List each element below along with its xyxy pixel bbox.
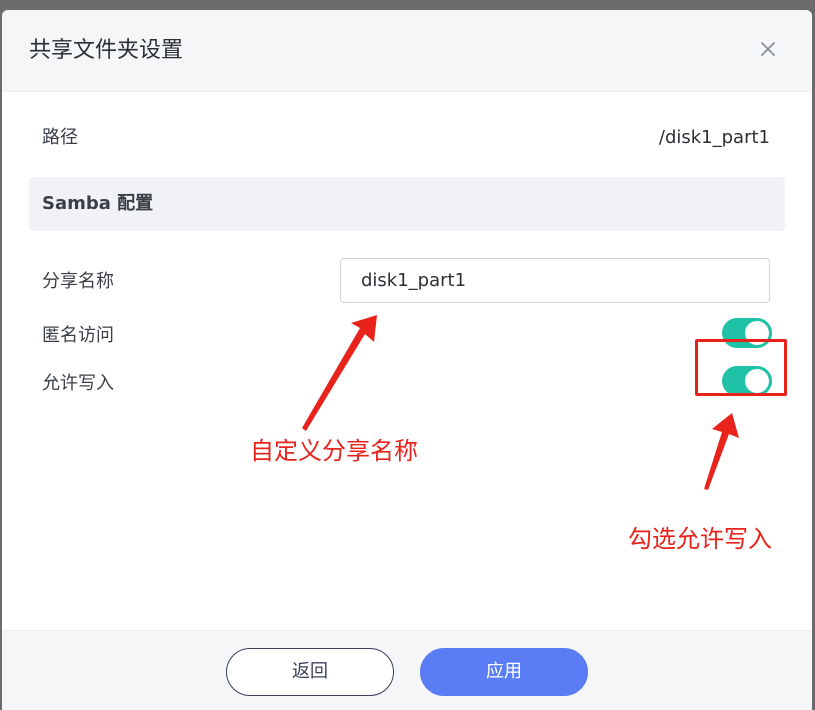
shared-folder-settings-dialog: 共享文件夹设置 路径 /disk1_part1 Samba 配置 分享名称 匿名… <box>2 10 812 710</box>
samba-config-section: Samba 配置 <box>29 177 785 231</box>
dialog-title: 共享文件夹设置 <box>29 38 184 63</box>
share-name-label: 分享名称 <box>42 271 114 292</box>
close-icon[interactable] <box>757 38 779 60</box>
path-value: /disk1_part1 <box>658 127 770 148</box>
share-name-input[interactable] <box>340 258 770 303</box>
allow-write-annotation: 勾选允许写入 <box>628 525 772 553</box>
path-label: 路径 <box>42 127 78 148</box>
share-name-annotation: 自定义分享名称 <box>250 437 418 465</box>
samba-section-title: Samba 配置 <box>42 193 154 214</box>
apply-button[interactable]: 应用 <box>420 648 588 696</box>
allow-write-highlight-box <box>695 339 787 396</box>
anonymous-access-label: 匿名访问 <box>42 325 114 346</box>
dialog-footer: 返回 应用 <box>2 630 812 710</box>
allow-write-label: 允许写入 <box>42 373 114 394</box>
back-button[interactable]: 返回 <box>226 648 394 696</box>
dialog-header: 共享文件夹设置 <box>2 10 812 92</box>
